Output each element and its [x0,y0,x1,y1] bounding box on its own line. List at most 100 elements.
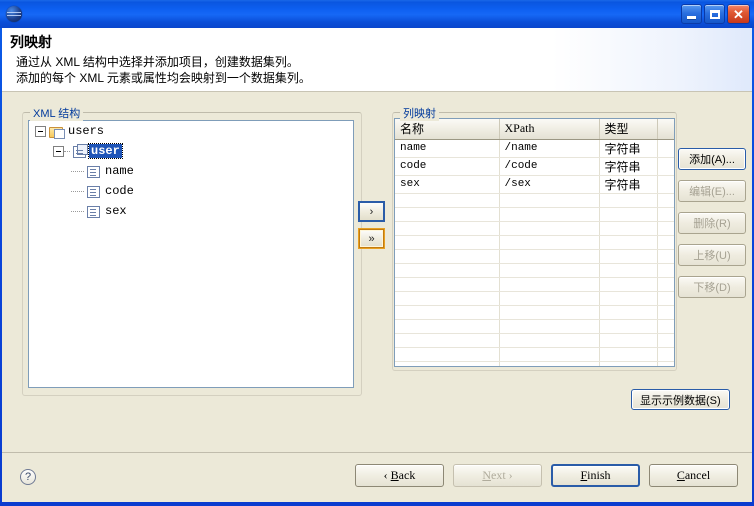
cancel-button[interactable]: Cancel [649,464,738,487]
table-cell-empty [499,207,600,222]
table-cell-xpath: /sex [499,175,600,194]
page-description: 通过从 XML 结构中选择并添加项目，创建数据集列。 添加的每个 XML 元素或… [16,54,311,86]
table-cell-empty [599,319,658,334]
tree-node[interactable]: users [29,121,353,141]
table-cell-empty [599,221,658,236]
add-mapping-button[interactable]: 添加(A)... [678,148,746,170]
table-cell-empty [657,193,674,208]
minimize-icon [687,16,696,19]
table-cell-empty [657,207,674,222]
move-up-button-label: 上移(U) [693,250,731,262]
table-cell-empty [599,193,658,208]
add-all-icon: » [368,232,375,245]
tree-node[interactable]: user [29,141,353,161]
table-column-header[interactable]: 名称 [395,119,500,140]
table-row-empty[interactable] [395,207,674,222]
table-column-header[interactable]: 类型 [599,119,658,140]
back-button-label: ‹ Back [383,468,416,482]
add-mapping-button-label: 添加(A)... [689,154,735,166]
show-sample-data-button[interactable]: 显示示例数据(S) [631,389,730,410]
table-cell-name: name [395,139,500,158]
tree-connector-line [71,190,84,192]
table-cell-empty [657,305,674,320]
window-controls: ✕ [681,4,754,24]
table-row-empty[interactable] [395,347,674,362]
table-row[interactable]: sex/sex 字符串 [395,175,674,194]
table-cell-empty [395,235,500,250]
page-description-line2: 添加的每个 XML 元素或属性均会映射到一个数据集列。 [16,71,311,85]
finish-button[interactable]: Finish [551,464,640,487]
table-row-empty[interactable] [395,263,674,278]
table-row-empty[interactable] [395,277,674,292]
move-up-button: 上移(U) [678,244,746,266]
xml-tree[interactable]: users user name code sex [28,120,354,388]
edit-mapping-button: 编辑(E)... [678,180,746,202]
table-cell-empty [499,263,600,278]
column-mapping-label: 列映射 [400,105,439,121]
table-row[interactable]: code/code 字符串 [395,157,674,176]
add-all-button[interactable]: » [359,229,384,248]
close-button[interactable]: ✕ [727,4,750,24]
folder-icon [49,127,65,139]
maximize-button[interactable] [704,4,725,24]
table-cell-type: 字符串 [599,139,658,158]
table-row-empty[interactable] [395,193,674,208]
tree-node[interactable]: name [29,161,353,181]
tree-collapse-icon[interactable] [35,125,46,137]
table-cell-empty [657,291,674,306]
table-row-empty[interactable] [395,361,674,366]
table-cell-name: sex [395,175,500,194]
move-down-button: 下移(D) [678,276,746,298]
table-cell-empty [499,291,600,306]
table-row-empty[interactable] [395,235,674,250]
table-row-empty[interactable] [395,221,674,236]
page-title: 列映射 [10,34,52,50]
cancel-button-label: Cancel [676,468,711,482]
table-row-empty[interactable] [395,291,674,306]
tree-node[interactable]: code [29,181,353,201]
wizard-navigation-buttons: ‹ Back Next › Finish Cancel [355,464,738,487]
element-icon [87,186,100,198]
back-button[interactable]: ‹ Back [355,464,444,487]
table-cell-empty [657,361,674,366]
wizard-header: 列映射 通过从 XML 结构中选择并添加项目，创建数据集列。 添加的每个 XML… [2,28,752,92]
table-row-empty[interactable] [395,319,674,334]
table-row-empty[interactable] [395,249,674,264]
table-cell-empty [395,249,500,264]
table-cell-empty [657,333,674,348]
tree-node[interactable]: sex [29,201,353,221]
table-cell-empty [499,193,600,208]
table-cell-empty [499,333,600,348]
element-icon [87,166,100,178]
table-cell-empty [599,277,658,292]
table-column-header[interactable] [657,119,674,140]
table-cell-empty [395,361,500,366]
table-cell-extra [657,175,674,194]
table-row[interactable]: name/name 字符串 [395,139,674,158]
table-cell-empty [395,221,500,236]
add-one-button[interactable]: › [359,202,384,221]
table-cell-empty [499,277,600,292]
eclipse-sphere-icon [6,6,22,22]
minimize-button[interactable] [681,4,702,24]
table-cell-empty [395,277,500,292]
dialog-window: ✕ 列映射 通过从 XML 结构中选择并添加项目，创建数据集列。 添加的每个 X… [0,0,754,506]
tree-collapse-icon[interactable] [53,145,64,157]
table-cell-extra [657,157,674,176]
delete-mapping-button-label: 删除(R) [693,218,731,230]
question-mark-icon[interactable]: ? [20,469,36,485]
table-row-empty[interactable] [395,333,674,348]
maximize-icon [709,9,720,19]
table-cell-empty [599,305,658,320]
table-cell-empty [657,277,674,292]
table-cell-empty [599,235,658,250]
column-mapping-table-container[interactable]: 名称 XPath 类型 name/name 字符串 code/code 字符串 sex/se… [394,118,675,367]
table-cell-empty [657,235,674,250]
element-icon [87,206,100,218]
table-column-header[interactable]: XPath [499,119,600,140]
table-row-empty[interactable] [395,305,674,320]
show-sample-data-label: 显示示例数据(S) [640,394,721,407]
title-bar: ✕ [0,0,754,28]
page-description-line1: 通过从 XML 结构中选择并添加项目，创建数据集列。 [16,55,299,69]
table-cell-empty [657,221,674,236]
